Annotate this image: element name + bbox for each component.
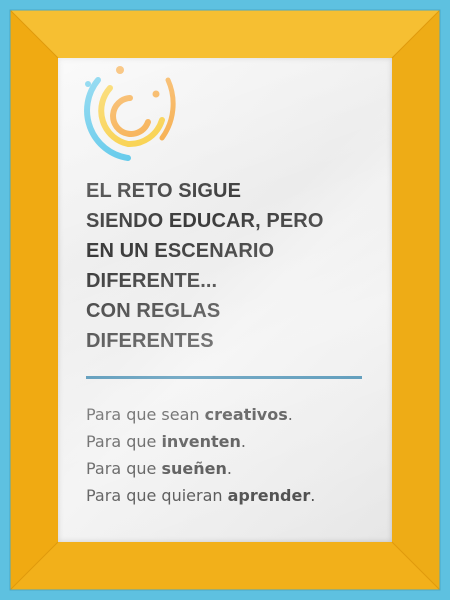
circular-c-logo-icon <box>84 66 176 161</box>
statement-keyword: creativos <box>204 405 288 424</box>
statement-line: Para que sueñen. <box>86 459 232 478</box>
statement-keyword: inventen <box>161 432 241 451</box>
picture-frame: EL RETO SIGUE SIENDO EDUCAR, PERO EN UN … <box>0 0 450 600</box>
statement-line: Para que quieran aprender. <box>86 486 316 505</box>
headline-line: DIFERENTE... <box>86 270 218 292</box>
statement-list: Para que sean creativos. Para que invent… <box>86 401 386 509</box>
headline-line: DIFERENTES <box>86 330 214 352</box>
statement-keyword: sueñen <box>161 459 227 478</box>
headline: EL RETO SIGUE SIENDO EDUCAR, PERO EN UN … <box>86 176 376 356</box>
headline-line: EN UN ESCENARIO <box>86 240 275 262</box>
headline-line: SIENDO EDUCAR, PERO <box>86 210 324 232</box>
headline-line: CON REGLAS <box>86 300 221 322</box>
statement-line: Para que sean creativos. <box>86 405 293 424</box>
statement-line: Para que inventen. <box>86 432 246 451</box>
headline-line: EL RETO SIGUE <box>86 180 242 202</box>
divider-line <box>86 376 362 379</box>
poster-paper: EL RETO SIGUE SIENDO EDUCAR, PERO EN UN … <box>58 58 392 542</box>
statement-keyword: aprender <box>227 486 311 505</box>
